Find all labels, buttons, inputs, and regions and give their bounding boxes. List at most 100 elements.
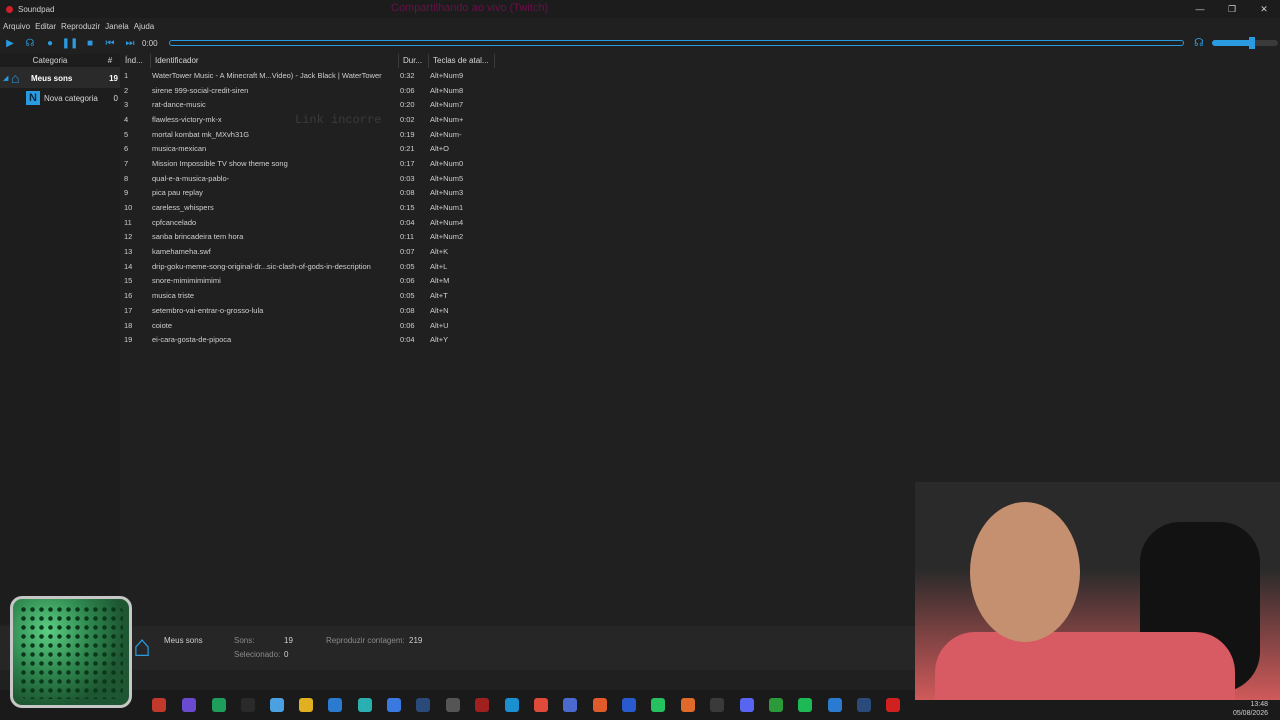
sound-row[interactable]: 13 kamehameha.swf 0:07 Alt+K xyxy=(121,244,495,259)
category-count: 19 xyxy=(109,73,118,83)
category-count: 0 xyxy=(113,93,118,103)
menu-editar[interactable]: Editar xyxy=(35,22,56,31)
stream-jar-overlay xyxy=(10,596,132,708)
clock-date: 05/08/2026 xyxy=(1232,710,1268,717)
sound-row[interactable]: 5 mortal kombat mk_MXvh31G 0:19 Alt+Num- xyxy=(121,127,495,142)
category-meus-sons[interactable]: ◢ ⌂ Meus sons 19 xyxy=(0,68,120,88)
volume-slider[interactable] xyxy=(1212,37,1278,49)
microphone-icon[interactable]: ● xyxy=(40,34,60,52)
pause-icon[interactable]: ❚❚ xyxy=(60,34,80,52)
taskbar-app-icon[interactable] xyxy=(710,698,724,712)
brave-icon[interactable] xyxy=(593,698,607,712)
store-icon[interactable] xyxy=(387,698,401,712)
menu-arquivo[interactable]: Arquivo xyxy=(3,22,30,31)
discord-icon[interactable] xyxy=(740,698,754,712)
steam-icon[interactable] xyxy=(857,698,871,712)
system-clock[interactable]: 13:48 05/08/2026 xyxy=(1233,700,1268,718)
row-identifier: Mission Impossible TV show theme song xyxy=(152,158,288,168)
sound-row[interactable]: 10 careless_whispers 0:15 Alt+Num1 xyxy=(121,200,495,215)
menu-ajuda[interactable]: Ajuda xyxy=(134,22,154,31)
row-duration: 0:08 xyxy=(400,305,415,315)
column-duration[interactable]: Dur... xyxy=(399,54,429,68)
previous-icon[interactable]: ⏮ xyxy=(100,34,120,52)
sounds-value: 19 xyxy=(284,636,293,645)
next-icon[interactable]: ⏭ xyxy=(120,34,140,52)
sound-row[interactable]: 3 rat-dance-music 0:20 Alt+Num7 xyxy=(121,97,495,112)
folder-icon[interactable] xyxy=(299,698,313,712)
taskbar-app-icon[interactable] xyxy=(563,698,577,712)
taskbar-app-icon[interactable] xyxy=(828,698,842,712)
minimize-icon[interactable]: — xyxy=(1184,0,1216,18)
sound-row[interactable]: 1 WaterTower Music - A Minecraft M...Vide… xyxy=(121,68,495,83)
row-identifier: ei-cara-gosta-de-pipoca xyxy=(152,335,232,345)
sound-row[interactable]: 15 snore-mimimimimimi 0:06 Alt+M xyxy=(121,274,495,289)
sound-row[interactable]: 19 ei-cara-gosta-de-pipoca 0:04 Alt+Y xyxy=(121,332,495,347)
category-header[interactable]: Categoria xyxy=(0,56,100,65)
row-duration: 0:07 xyxy=(400,247,415,257)
taskbar-app-icon[interactable] xyxy=(270,698,284,712)
column-index[interactable]: Índ... xyxy=(121,54,151,68)
taskbar-app-icon[interactable] xyxy=(182,698,196,712)
sound-row[interactable]: 6 musica-mexican 0:21 Alt+O xyxy=(121,141,495,156)
close-icon[interactable]: ✕ xyxy=(1248,0,1280,18)
taskbar-app-icon[interactable] xyxy=(769,698,783,712)
taskbar-app-icon[interactable] xyxy=(152,698,166,712)
column-hotkeys[interactable]: Teclas de atal... xyxy=(429,54,495,68)
headphones-icon[interactable]: ☊ xyxy=(20,34,40,52)
row-index: 14 xyxy=(124,261,133,271)
row-hotkey: Alt+Num3 xyxy=(430,188,464,198)
sound-row[interactable]: 8 qual-e-a-musica-pablo- 0:03 Alt+Num5 xyxy=(121,171,495,186)
volume-knob[interactable] xyxy=(1248,37,1255,49)
sound-row[interactable]: 18 coiote 0:06 Alt+U xyxy=(121,318,495,333)
stop-icon[interactable]: ■ xyxy=(80,34,100,52)
row-index: 12 xyxy=(124,232,133,242)
sound-row[interactable]: 9 pica pau replay 0:08 Alt+Num3 xyxy=(121,186,495,201)
sound-row[interactable]: 11 cpfcancelado 0:04 Alt+Num4 xyxy=(121,215,495,230)
sound-row[interactable]: 17 setembro-vai-entrar-o-grosso-lula 0:08 A… xyxy=(121,303,495,318)
seek-bar[interactable] xyxy=(169,40,1184,46)
taskbar-app-icon[interactable] xyxy=(446,698,460,712)
row-duration: 0:04 xyxy=(400,335,415,345)
row-index: 18 xyxy=(124,320,133,330)
sound-row[interactable]: 12 sanba brincadeira tem hora 0:11 Alt+Num2 xyxy=(121,230,495,245)
menu-janela[interactable]: Janela xyxy=(105,22,129,31)
row-duration: 0:32 xyxy=(400,70,415,80)
firefox-icon[interactable] xyxy=(681,698,695,712)
row-hotkey: Alt+Num4 xyxy=(430,217,464,227)
row-index: 2 xyxy=(124,85,129,95)
sound-row[interactable]: 14 drip-goku-meme-song-original-dr...sic-… xyxy=(121,259,495,274)
row-index: 13 xyxy=(124,247,133,257)
youtube-icon[interactable] xyxy=(886,698,900,712)
row-duration: 0:06 xyxy=(400,320,415,330)
category-nova-categoria[interactable]: N Nova categoria 0 xyxy=(0,88,120,108)
play-count-label: Reproduzir contagem: xyxy=(326,636,405,645)
row-hotkey: Alt+Num9 xyxy=(430,70,464,80)
sound-row[interactable]: 2 sirene 999-social-credit-siren 0:06 Alt+N… xyxy=(121,83,495,98)
taskbar-app-icon[interactable] xyxy=(328,698,342,712)
row-identifier: coiote xyxy=(152,320,173,330)
selected-value: 0 xyxy=(284,650,289,659)
sound-row[interactable]: 7 Mission Impossible TV show theme song 0:… xyxy=(121,156,495,171)
expand-arrow-icon[interactable]: ◢ xyxy=(3,74,11,82)
steam-icon[interactable] xyxy=(416,698,430,712)
headset-icon[interactable]: ☊ xyxy=(1194,36,1204,49)
sound-row[interactable]: 16 musica triste 0:05 Alt+T xyxy=(121,288,495,303)
row-index: 1 xyxy=(124,70,129,80)
column-identifier[interactable]: Identificador xyxy=(151,54,399,68)
taskbar-app-icon[interactable] xyxy=(358,698,372,712)
taskbar-app-icon[interactable] xyxy=(241,698,255,712)
edge-icon[interactable] xyxy=(505,698,519,712)
row-duration: 0:19 xyxy=(400,129,415,139)
play-icon[interactable]: ▶ xyxy=(0,34,20,52)
maximize-icon[interactable]: ❐ xyxy=(1216,0,1248,18)
row-duration: 0:15 xyxy=(400,203,415,213)
taskbar-app-icon[interactable] xyxy=(622,698,636,712)
taskbar-app-icon[interactable] xyxy=(212,698,226,712)
spotify-icon[interactable] xyxy=(798,698,812,712)
row-index: 5 xyxy=(124,129,129,139)
whatsapp-icon[interactable] xyxy=(651,698,665,712)
menu-reproduzir[interactable]: Reproduzir xyxy=(61,22,100,31)
chrome-icon[interactable] xyxy=(534,698,548,712)
taskbar-app-icon[interactable] xyxy=(475,698,489,712)
count-header[interactable]: # xyxy=(100,56,120,65)
